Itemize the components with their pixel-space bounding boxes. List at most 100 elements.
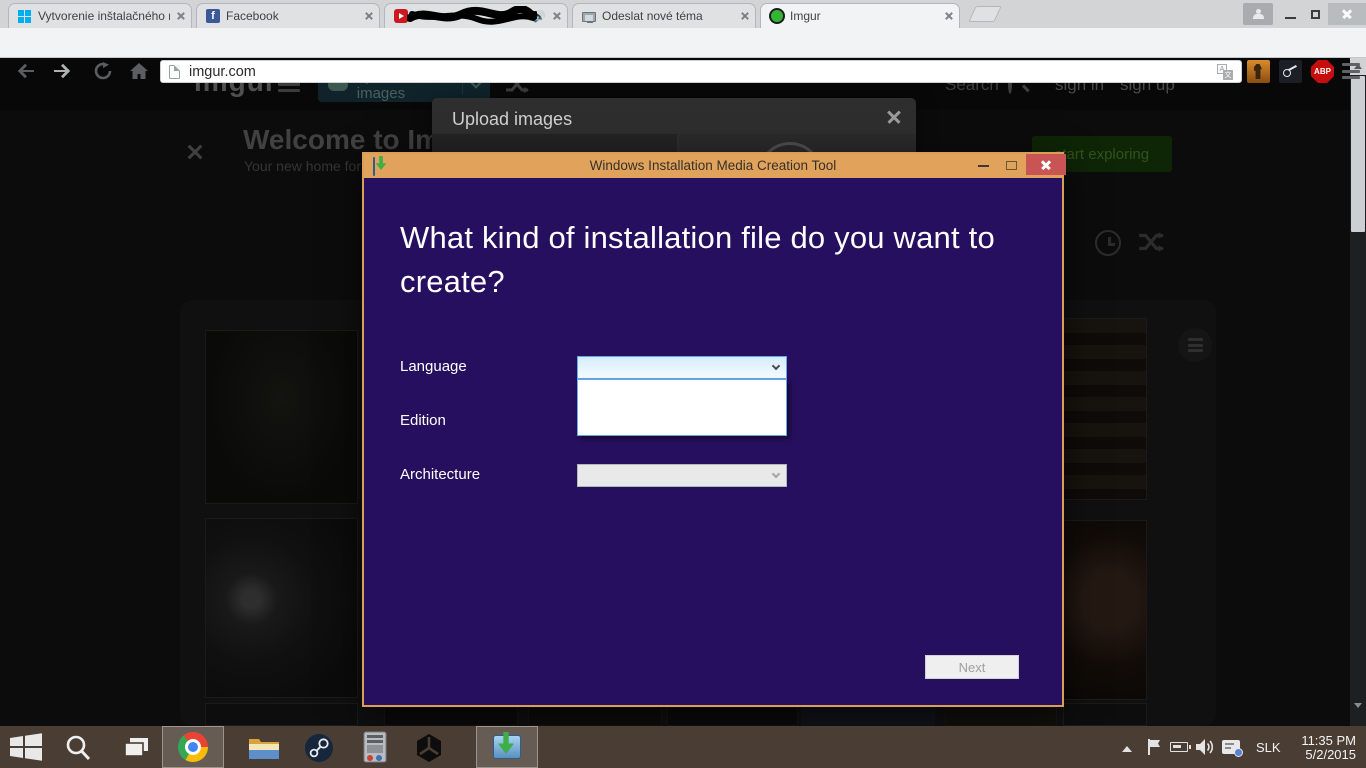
reload-icon (94, 62, 112, 80)
tray-app-icon[interactable] (1222, 740, 1243, 757)
tray-clock[interactable]: 11:35 PM 5/2/2015 (1294, 734, 1356, 762)
thumbnail[interactable] (667, 707, 798, 726)
mct-heading: What kind of installation file do you wa… (400, 220, 995, 299)
battery-icon[interactable] (1170, 742, 1191, 752)
windows-favicon (18, 9, 32, 23)
keyboard-language-indicator[interactable]: SLK (1256, 740, 1281, 755)
language-dropdown[interactable] (577, 356, 787, 379)
media-creation-tool-window: Windows Installation Media Creation Tool… (362, 152, 1066, 707)
minimize-window-button[interactable] (1278, 3, 1302, 25)
tab-close-icon[interactable] (552, 12, 561, 21)
tab-close-icon[interactable] (944, 12, 953, 21)
thumbnail[interactable] (528, 707, 662, 726)
imgur-favicon (770, 9, 784, 23)
thumbnail-forest[interactable] (205, 330, 358, 504)
tab-odeslat[interactable]: Odeslat nové téma (572, 3, 756, 28)
desktop: Vytvorenie inštalačného m f Facebook 🔊 O… (0, 0, 1366, 768)
mct-titlebar[interactable]: Windows Installation Media Creation Tool (364, 154, 1066, 178)
thumbnail[interactable] (1063, 703, 1147, 726)
taskbar-search-icon[interactable] (64, 734, 92, 762)
tray-show-hidden-icons[interactable] (1122, 746, 1132, 752)
thumbnail[interactable] (802, 707, 935, 726)
taskbar-pc-tower-button[interactable] (360, 731, 390, 765)
taskbar-media-creation-tool-button[interactable] (476, 726, 538, 768)
upload-dialog-close-icon[interactable] (886, 109, 902, 125)
tab-close-icon[interactable] (740, 12, 749, 21)
edition-label: Edition (400, 412, 446, 429)
action-center-flag-icon[interactable] (1148, 739, 1160, 755)
youtube-favicon (394, 9, 408, 23)
language-dropdown-list[interactable] (577, 379, 787, 436)
tab-imgur-active[interactable]: Imgur (760, 3, 960, 28)
tab-close-icon[interactable] (364, 12, 373, 21)
chevron-down-icon (771, 469, 781, 478)
forward-arrow-icon (54, 63, 71, 79)
mct-close-button[interactable] (1026, 154, 1066, 175)
thumbnail-grocery[interactable] (1063, 318, 1147, 500)
page-scrollbar[interactable] (1350, 58, 1366, 726)
home-icon (130, 63, 148, 79)
new-tab-button[interactable] (968, 6, 1002, 22)
taskbar-file-explorer-button[interactable] (248, 736, 280, 760)
chevron-down-icon (771, 361, 781, 370)
close-icon (1342, 9, 1353, 20)
thumbnail-face[interactable] (1063, 520, 1147, 700)
translate-icon[interactable]: A文 (1217, 63, 1233, 80)
steam-extension-icon[interactable] (1279, 60, 1302, 83)
thumbnail[interactable] (945, 707, 1057, 726)
architecture-label: Architecture (400, 466, 481, 483)
url-text: imgur.com (189, 63, 256, 80)
language-label: Language (400, 358, 467, 375)
volume-icon[interactable] (1196, 739, 1214, 755)
mct-window-title: Windows Installation Media Creation Tool (589, 158, 837, 173)
chrome-icon (178, 732, 208, 762)
tab-facebook[interactable]: f Facebook (196, 3, 380, 28)
forward-button[interactable] (50, 59, 76, 83)
person-icon (1253, 9, 1264, 19)
thumbnail[interactable] (384, 707, 518, 726)
tray-time: 11:35 PM (1301, 733, 1356, 748)
comments-icon[interactable] (1178, 328, 1212, 362)
reload-button[interactable] (90, 59, 116, 83)
thumbnail[interactable] (205, 703, 358, 726)
thumbnail-chain-chomp[interactable] (205, 518, 358, 698)
mct-minimize-button[interactable] (970, 154, 996, 178)
upload-dialog-title: Upload images (452, 109, 573, 129)
tab-vytvorenie[interactable]: Vytvorenie inštalačného m (8, 3, 192, 28)
tab-youtube-scribbled[interactable]: 🔊 (384, 3, 568, 28)
back-arrow-icon (17, 63, 34, 79)
address-bar[interactable]: imgur.com A文 (160, 60, 1242, 83)
dismiss-welcome-icon[interactable] (186, 143, 204, 161)
scribbled-out-title (407, 6, 537, 25)
clock-sort-icon[interactable] (1095, 230, 1121, 256)
start-button[interactable] (10, 733, 42, 761)
architecture-dropdown-disabled (577, 464, 787, 487)
chrome-tab-strip: Vytvorenie inštalačného m f Facebook 🔊 O… (0, 0, 1366, 28)
taskbar: SLK 11:35 PM 5/2/2015 (0, 726, 1366, 768)
media-creation-tool-icon (493, 735, 521, 759)
close-icon (1041, 159, 1052, 170)
restore-window-button[interactable] (1303, 3, 1327, 25)
tab-title: Facebook (226, 9, 279, 23)
welcome-subtitle: Your new home for (244, 158, 361, 174)
shuffle-sort-icon[interactable] (1138, 232, 1164, 252)
page-icon (169, 64, 180, 79)
profile-button[interactable] (1243, 3, 1273, 25)
back-button[interactable] (12, 59, 38, 83)
mct-maximize-button[interactable] (998, 154, 1024, 178)
taskbar-chrome-button[interactable] (162, 726, 224, 768)
taskbar-steam-button[interactable] (304, 733, 334, 763)
tab-title: Imgur (790, 9, 821, 23)
tab-title: Odeslat nové téma (602, 9, 703, 23)
taskbar-unity-button[interactable] (414, 733, 444, 763)
chrome-menu-button[interactable] (1342, 63, 1360, 79)
home-button[interactable] (126, 59, 152, 83)
task-view-icon[interactable] (124, 738, 150, 758)
next-button-disabled[interactable]: Next (925, 655, 1019, 679)
tab-close-icon[interactable] (176, 12, 185, 21)
scroll-down-arrow[interactable] (1354, 703, 1362, 708)
csgo-extension-icon[interactable] (1247, 60, 1270, 83)
scrollbar-thumb[interactable] (1351, 76, 1365, 232)
close-window-button[interactable] (1328, 3, 1366, 25)
monitor-favicon (582, 11, 596, 23)
